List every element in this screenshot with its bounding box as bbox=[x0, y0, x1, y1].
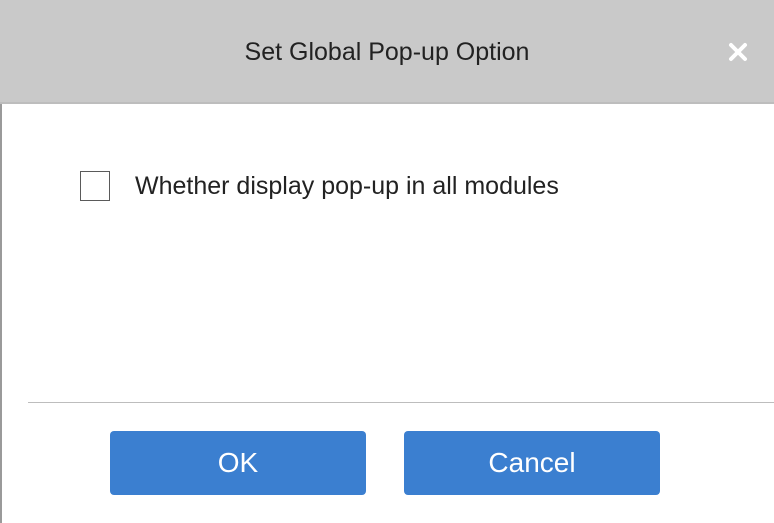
display-popup-checkbox[interactable] bbox=[80, 171, 110, 201]
display-popup-label[interactable]: Whether display pop-up in all modules bbox=[135, 172, 559, 201]
set-global-popup-dialog: Set Global Pop-up Option Whether display… bbox=[0, 0, 774, 523]
cancel-button[interactable]: Cancel bbox=[404, 431, 660, 495]
ok-button[interactable]: OK bbox=[110, 431, 366, 495]
popup-option-row: Whether display pop-up in all modules bbox=[80, 166, 559, 206]
dialog-title: Set Global Pop-up Option bbox=[244, 38, 530, 66]
footer-divider bbox=[28, 402, 774, 403]
close-icon bbox=[729, 43, 747, 61]
dialog-titlebar: Set Global Pop-up Option bbox=[0, 0, 774, 104]
close-button[interactable] bbox=[720, 34, 756, 70]
dialog-left-border bbox=[0, 104, 2, 523]
